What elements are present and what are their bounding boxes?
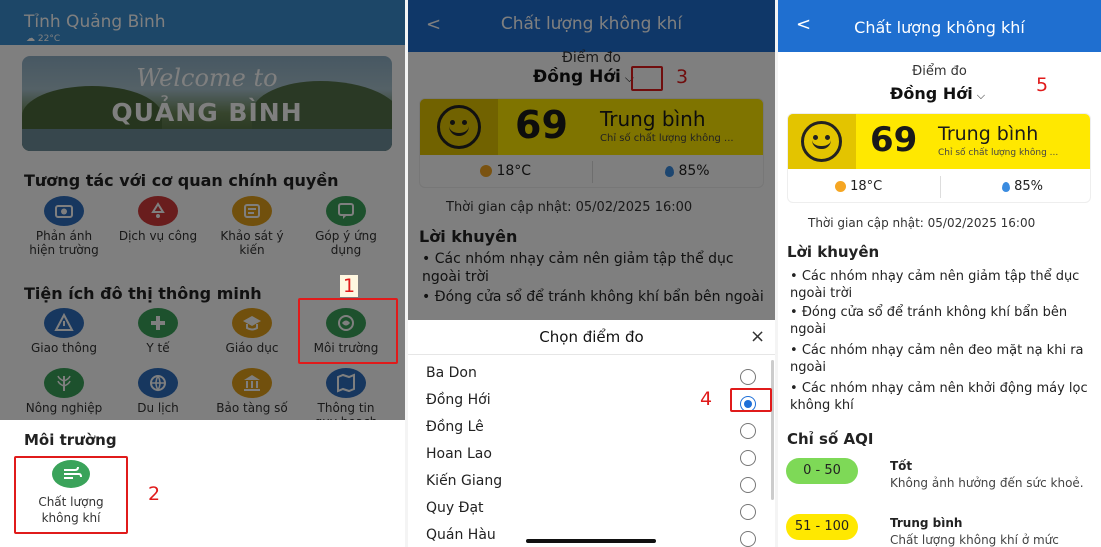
picker-option[interactable]: Hoan Lao	[426, 446, 766, 472]
temperature-readout: 18°C	[835, 179, 882, 194]
aqi-range-pill: 51 - 100	[786, 514, 858, 540]
picker-title: Chọn điểm đo	[539, 328, 644, 346]
aqi-level-name: Trung bình	[890, 516, 963, 530]
picker-option[interactable]: Quy Đạt	[426, 500, 766, 526]
humidity-readout: 85%	[1002, 179, 1043, 194]
step-marker-5: 5	[1036, 74, 1049, 96]
advice-item: • Các nhóm nhạy cảm nên đeo mặt nạ khi r…	[790, 343, 1084, 375]
advice-item: • Các nhóm nhạy cảm nên giảm tập thể dục…	[790, 269, 1080, 301]
aqi-level-desc: Chất lượng không khí ở mức	[890, 533, 1059, 547]
sun-icon	[835, 181, 846, 192]
aqi-range-pill: 0 - 50	[786, 458, 858, 484]
step-marker-2: 2	[148, 483, 161, 505]
aqi-value: 69	[870, 120, 918, 160]
smiley-icon	[801, 121, 842, 162]
station-picker-sheet: Chọn điểm đo × Ba Don Đồng Hới Đồng Lê H…	[408, 320, 775, 547]
aqi-level-name: Tốt	[890, 459, 913, 473]
radio-button[interactable]	[740, 504, 756, 520]
aqi-index-title: Chỉ số AQI	[787, 430, 874, 448]
picker-option[interactable]: Kiến Giang	[426, 473, 766, 499]
nav-title: Chất lượng không khí	[854, 18, 1025, 37]
radio-button[interactable]	[740, 531, 756, 547]
air-quality-picker-screen: < Chất lượng không khí Điểm đo Đồng Hới⌵…	[408, 0, 775, 547]
picker-option[interactable]: Đồng Lê	[426, 419, 766, 445]
radio-button[interactable]	[740, 477, 756, 493]
home-screen: Tỉnh Quảng Bình ☁ 22°C Welcome to QUẢNG …	[0, 0, 405, 547]
sheet-title: Môi trường	[24, 431, 117, 449]
modal-backdrop[interactable]	[408, 0, 775, 320]
advice-item: • Các nhóm nhạy cảm nên khởi động máy lọ…	[790, 381, 1088, 413]
environment-sheet: Môi trường Chất lượng không khí 2	[0, 420, 405, 547]
air-quality-screen: < Chất lượng không khí Điểm đo Đồng Hới ⌵…	[778, 0, 1101, 547]
highlight-box-air-quality	[14, 456, 128, 534]
step-marker-4: 4	[700, 388, 713, 410]
updated-time: Thời gian cập nhật: 05/02/2025 16:00	[808, 216, 1036, 230]
highlight-box-environment	[298, 298, 398, 364]
scrollbar[interactable]	[771, 360, 774, 500]
aqi-card: 69 Trung bình Chỉ số chất lượng không ..…	[787, 113, 1091, 203]
nav-bar: < Chất lượng không khí	[778, 0, 1101, 52]
advice-item: • Đóng cửa sổ để tránh không khí bẩn bên…	[790, 305, 1068, 337]
close-icon[interactable]: ×	[750, 326, 765, 347]
aqi-level: Trung bình	[938, 123, 1039, 145]
step-marker-1: 1	[340, 275, 359, 297]
highlight-box-radio	[730, 388, 772, 412]
radio-button[interactable]	[740, 369, 756, 385]
radio-button[interactable]	[740, 450, 756, 466]
picker-option[interactable]: Đồng Hới	[426, 392, 766, 418]
aqi-description: Chỉ số chất lượng không ...	[938, 148, 1059, 158]
picker-option[interactable]: Ba Don	[426, 365, 766, 391]
radio-button[interactable]	[740, 423, 756, 439]
station-label: Điểm đo	[912, 64, 967, 79]
water-drop-icon	[1002, 181, 1010, 192]
advice-title: Lời khuyên	[787, 243, 880, 261]
station-value[interactable]: Đồng Hới⌵	[890, 84, 985, 103]
home-indicator	[526, 539, 656, 543]
chevron-down-icon: ⌵	[976, 89, 986, 102]
picker-option[interactable]: Quán Hàu	[426, 527, 766, 547]
aqi-level-desc: Không ảnh hưởng đến sức khoẻ.	[890, 476, 1084, 490]
